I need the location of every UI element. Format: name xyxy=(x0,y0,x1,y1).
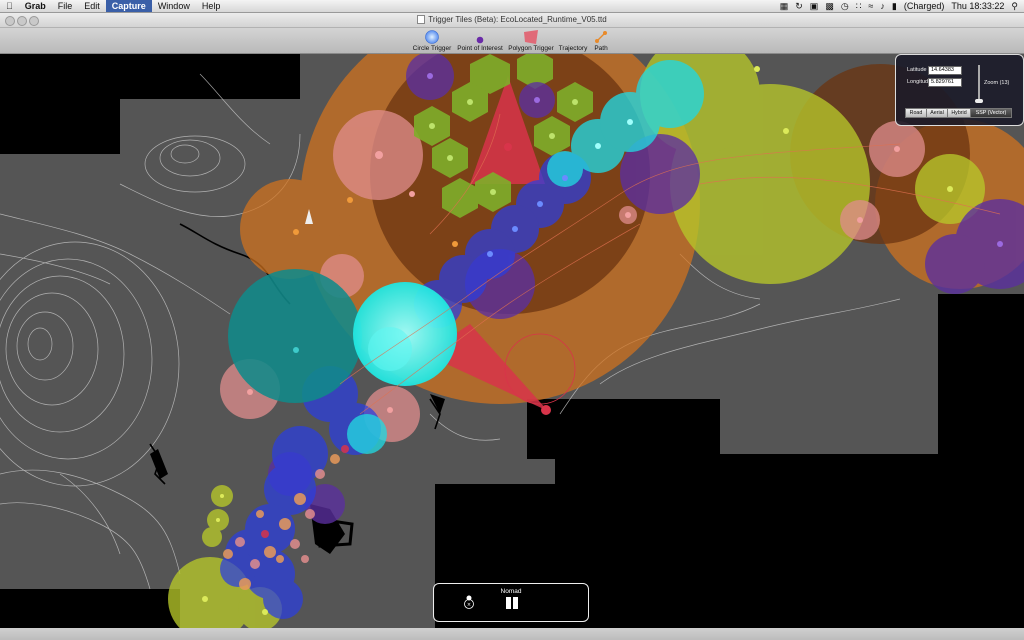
nomad-panel: Nomad × xyxy=(433,583,589,622)
circle-trigger-tool[interactable]: Circle Trigger xyxy=(412,28,452,53)
nomad-label: Nomad xyxy=(500,588,522,595)
clipboard-icon[interactable]: ▩ xyxy=(825,0,834,12)
display-icon[interactable]: ▣ xyxy=(810,0,819,12)
document-icon xyxy=(417,15,426,25)
window-title: Trigger Tiles (Beta): EcoLocated_Runtime… xyxy=(0,14,1024,26)
map-type-road[interactable]: Road xyxy=(905,108,927,118)
longitude-field[interactable]: 5.829761 xyxy=(928,78,962,87)
polygon-anchor[interactable] xyxy=(541,405,551,415)
window-title-bar: Trigger Tiles (Beta): EcoLocated_Runtime… xyxy=(0,13,1024,28)
map-type-hybrid[interactable]: Hybrid xyxy=(947,108,971,118)
polygon-trigger-tool[interactable]: Polygon Trigger xyxy=(506,28,556,53)
latitude-field[interactable]: 14.64383 xyxy=(928,66,962,75)
latitude-label: Latitude xyxy=(907,67,927,73)
map-canvas[interactable] xyxy=(0,54,1024,628)
path-icon xyxy=(595,31,607,43)
zoom-slider[interactable] xyxy=(978,65,980,103)
wifi-icon[interactable]: ≈ xyxy=(868,0,873,12)
clock[interactable]: Thu 18:33:22 xyxy=(951,1,1004,11)
svg-text:×: × xyxy=(467,602,471,608)
path-tool[interactable]: Path xyxy=(590,28,612,53)
map-type-aerial[interactable]: Aerial xyxy=(926,108,948,118)
menu-grab[interactable]: Grab xyxy=(19,0,52,12)
apple-icon[interactable]:  xyxy=(0,0,19,12)
point-of-interest-tool[interactable]: Point of Interest xyxy=(455,28,505,53)
zoom-slider-thumb[interactable] xyxy=(975,99,983,103)
toolbar: Circle Trigger Point of Interest Polygon… xyxy=(0,28,1024,54)
menu-extra-a-icon[interactable]: ▦ xyxy=(780,0,789,12)
map-type-ssp-vector[interactable]: SSP (Vector) xyxy=(970,108,1012,118)
trajectory-icon xyxy=(568,34,578,44)
window-bottom-bar xyxy=(0,628,1024,640)
menu-file[interactable]: File xyxy=(52,0,79,12)
sync-icon[interactable]: ↻ xyxy=(795,0,803,12)
battery-status[interactable]: (Charged) xyxy=(904,1,945,11)
menu-window[interactable]: Window xyxy=(152,0,196,12)
menu-capture[interactable]: Capture xyxy=(105,0,152,12)
point-of-interest-icon xyxy=(476,36,484,44)
menu-help[interactable]: Help xyxy=(196,0,227,12)
zoom-label: Zoom (13) xyxy=(984,80,1010,86)
spotlight-icon[interactable]: ⚲ xyxy=(1011,0,1018,12)
menu-edit[interactable]: Edit xyxy=(78,0,106,12)
nomad-location-icon[interactable]: × xyxy=(463,594,475,610)
battery-icon[interactable]: ▮ xyxy=(892,0,897,12)
location-panel: Latitude 14.64383 Longitude 5.829761 Zoo… xyxy=(895,54,1024,126)
volume-icon[interactable]: ♪ xyxy=(880,0,885,12)
circle-trigger-icon xyxy=(425,30,439,44)
pause-icon[interactable] xyxy=(506,597,518,609)
bluetooth-icon[interactable]: ∷ xyxy=(856,0,862,12)
map-view[interactable] xyxy=(0,54,1024,628)
time-machine-icon[interactable]: ◷ xyxy=(841,0,849,12)
menu-bar:  Grab File Edit Capture Window Help ▦ ↻… xyxy=(0,0,1024,13)
trajectory-tool[interactable]: Trajectory xyxy=(556,28,590,53)
polygon-trigger-icon xyxy=(524,30,538,44)
